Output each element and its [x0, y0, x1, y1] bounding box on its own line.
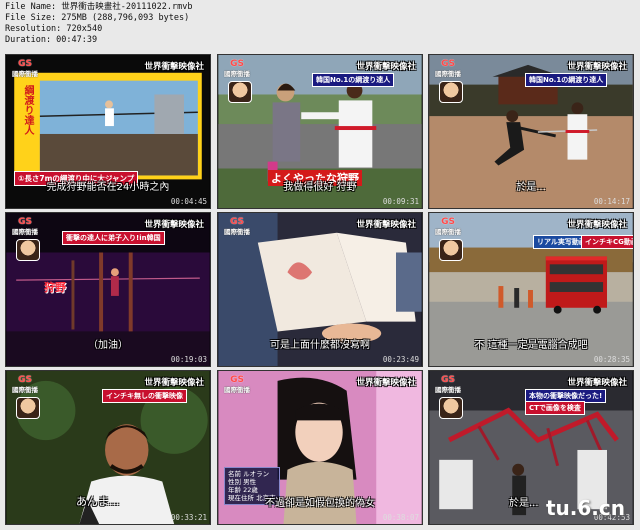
thumbnail-3[interactable]: 韓国No.1の綱渡り達人 GS 國際衝播 世界衝擊映像社 於是... 00:14:… — [428, 54, 634, 209]
timestamp: 00:38:07 — [382, 513, 419, 522]
thumbnail-8[interactable]: 名前 ルオラン 性別 男性 年齢 22歳 現在住所 北京市 GS 國際衝播 世界衝… — [217, 370, 423, 525]
tv-logo: 世界衝擊映像社 — [144, 378, 204, 388]
timestamp: 00:04:45 — [170, 197, 207, 206]
timestamp: 00:09:31 — [382, 197, 419, 206]
subtitle-caption: 不過卻是如假包換的偽女 — [265, 498, 375, 509]
host-avatar — [16, 397, 40, 419]
gs-logo: GS 國際衝播 — [435, 217, 461, 237]
tv-logo: 世界衝擊映像社 — [356, 378, 416, 388]
gs-logo: GS 國際衝播 — [224, 217, 250, 237]
thumbnail-9[interactable]: 本物の衝撃映像だった! CTで画像を検査 GS 國際衝播 世界衝擊映像社 於是..… — [428, 370, 634, 525]
tv-logo: 世界衝擊映像社 — [356, 62, 416, 72]
gs-logo: GS 國際衝播 — [435, 375, 461, 395]
topic-banner: インチキ無しの衝撃映像 — [102, 389, 187, 403]
gs-logo: GS 國際衝播 — [435, 59, 461, 79]
thumbnail-1[interactable]: 綱渡り達人 ①長さ7mの綱渡り中に大ジャンプ GS 國際衝播 世界衝擊映像社 完成… — [5, 54, 211, 209]
topic-banner: 韓国No.1の綱渡り達人 — [312, 73, 395, 87]
thumbnail-7[interactable]: インチキ無しの衝撃映像 GS 國際衝播 世界衝擊映像社 あんま... 00:33:… — [5, 370, 211, 525]
gs-logo: GS 國際衝播 — [12, 375, 38, 395]
name-overlay: 狩野 — [44, 281, 66, 294]
subtitle-caption: 我做得很好 狩野 — [283, 182, 357, 193]
subtitle-caption: 於是... — [509, 498, 539, 509]
host-avatar — [439, 81, 463, 103]
info-line-1: 名前 ルオラン — [228, 470, 270, 478]
subtitle-caption: あんま... — [76, 495, 120, 508]
topic-banner-2: CTで画像を検査 — [525, 401, 585, 415]
thumbnail-5[interactable]: GS 國際衝播 世界衝擊映像社 可是上面什麼都沒寫啊 00:23:49 — [217, 212, 423, 367]
subtitle-caption: 不 這種一定是電腦合成吧 — [474, 340, 588, 351]
tv-logo: 世界衝擊映像社 — [356, 220, 416, 230]
host-avatar — [439, 239, 463, 261]
timestamp: 00:14:17 — [593, 197, 630, 206]
subtitle-caption: （加油） — [88, 340, 128, 351]
topic-banner: 衝撃の達人に弟子入り!in韓国 — [62, 231, 165, 245]
topic-banner: 韓国No.1の綱渡り達人 — [525, 73, 608, 87]
gs-logo: GS 國際衝播 — [224, 59, 250, 79]
subtitle-caption: 完成狩野能否在24小時之內 — [46, 182, 170, 193]
thumbnail-2[interactable]: 韓国No.1の綱渡り達人 よくやったな狩野 GS 國際衝播 世界衝擊映像社 我做得… — [217, 54, 423, 209]
timestamp: 00:33:21 — [170, 513, 207, 522]
tv-logo: 世界衝擊映像社 — [567, 378, 627, 388]
subtitle-caption: 可是上面什麼都沒寫啊 — [270, 340, 370, 351]
vertical-title: 綱渡り達人 — [22, 85, 33, 135]
gs-logo: GS 國際衝播 — [224, 375, 250, 395]
timestamp: 00:28:35 — [593, 355, 630, 364]
tv-logo: 世界衝擊映像社 — [144, 62, 204, 72]
tv-logo: 世界衝擊映像社 — [567, 62, 627, 72]
info-line-3: 年齢 22歳 — [228, 486, 258, 494]
thumbnail-grid: 綱渡り達人 ①長さ7mの綱渡り中に大ジャンプ GS 國際衝播 世界衝擊映像社 完成… — [0, 0, 640, 530]
subtitle-caption: 於是... — [516, 182, 546, 193]
host-avatar — [16, 239, 40, 261]
host-avatar — [439, 397, 463, 419]
tv-logo: 世界衝擊映像社 — [144, 220, 204, 230]
site-watermark: tu.6.cn — [545, 496, 625, 520]
gs-logo: GS 國際衝播 — [12, 59, 38, 79]
tv-logo: 世界衝擊映像社 — [567, 220, 627, 230]
topic-banner-right: インチキCG動画 — [581, 235, 633, 249]
timestamp: 00:19:03 — [170, 355, 207, 364]
timestamp: 00:23:49 — [382, 355, 419, 364]
gs-logo: GS 國際衝播 — [12, 217, 38, 237]
thumbnail-6[interactable]: リアル実写動画 インチキCG動画 GS 國際衝播 世界衝擊映像社 不 這種一定是電… — [428, 212, 634, 367]
info-line-2: 性別 男性 — [228, 478, 257, 486]
thumbnail-4[interactable]: 衝撃の達人に弟子入り!in韓国 狩野 GS 國際衝播 世界衝擊映像社 （加油） 0… — [5, 212, 211, 367]
host-avatar — [228, 81, 252, 103]
